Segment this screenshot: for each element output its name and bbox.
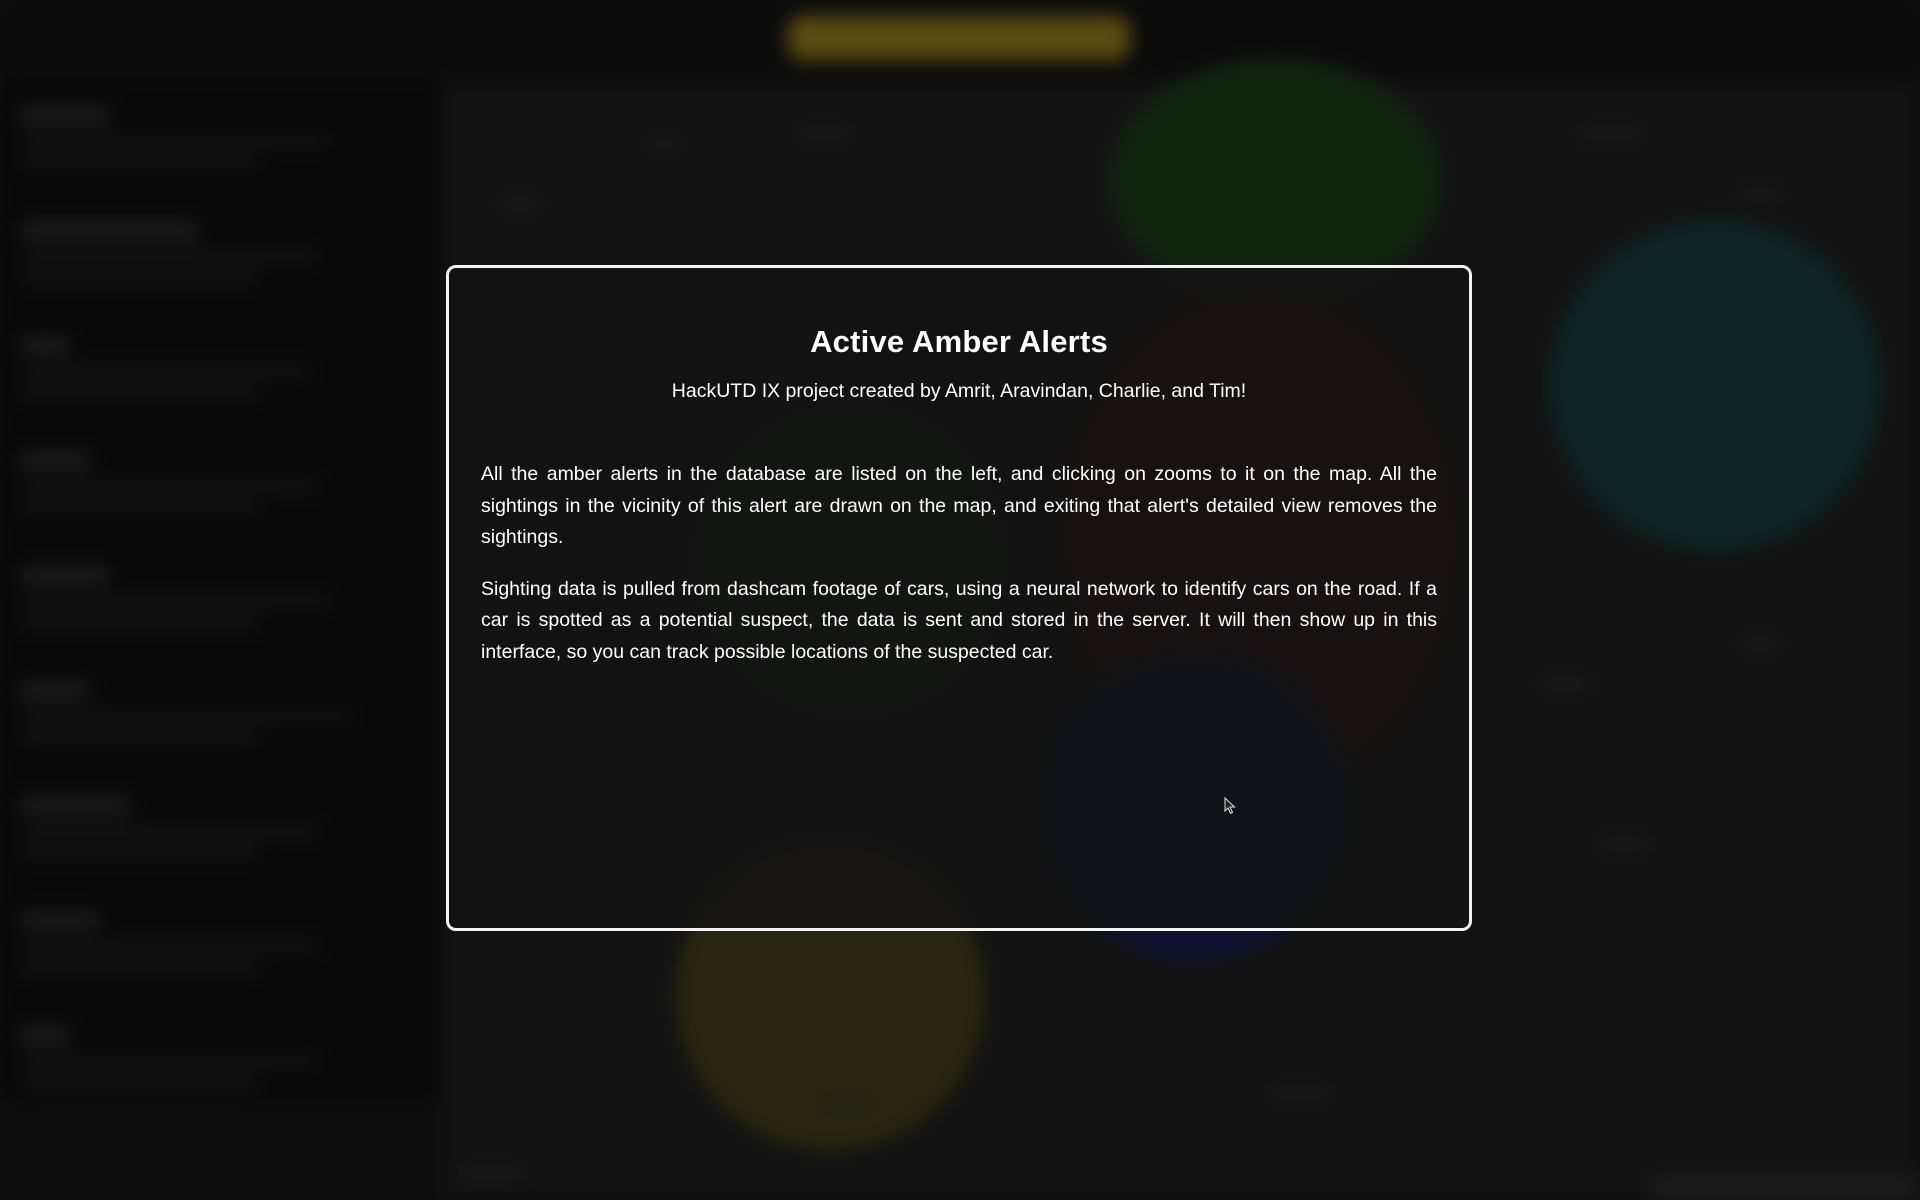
mouse-pointer-icon — [1224, 797, 1236, 815]
modal-subtitle: HackUTD IX project created by Amrit, Ara… — [671, 380, 1247, 402]
modal-paragraph: All the amber alerts in the database are… — [481, 463, 1437, 548]
app-root: Active Amber Alerts HackUTD IX project c… — [0, 0, 1920, 1200]
modal-paragraph: Sighting data is pulled from dashcam foo… — [481, 577, 1437, 663]
about-modal: Active Amber Alerts HackUTD IX project c… — [446, 265, 1472, 931]
modal-title: Active Amber Alerts — [810, 324, 1108, 359]
